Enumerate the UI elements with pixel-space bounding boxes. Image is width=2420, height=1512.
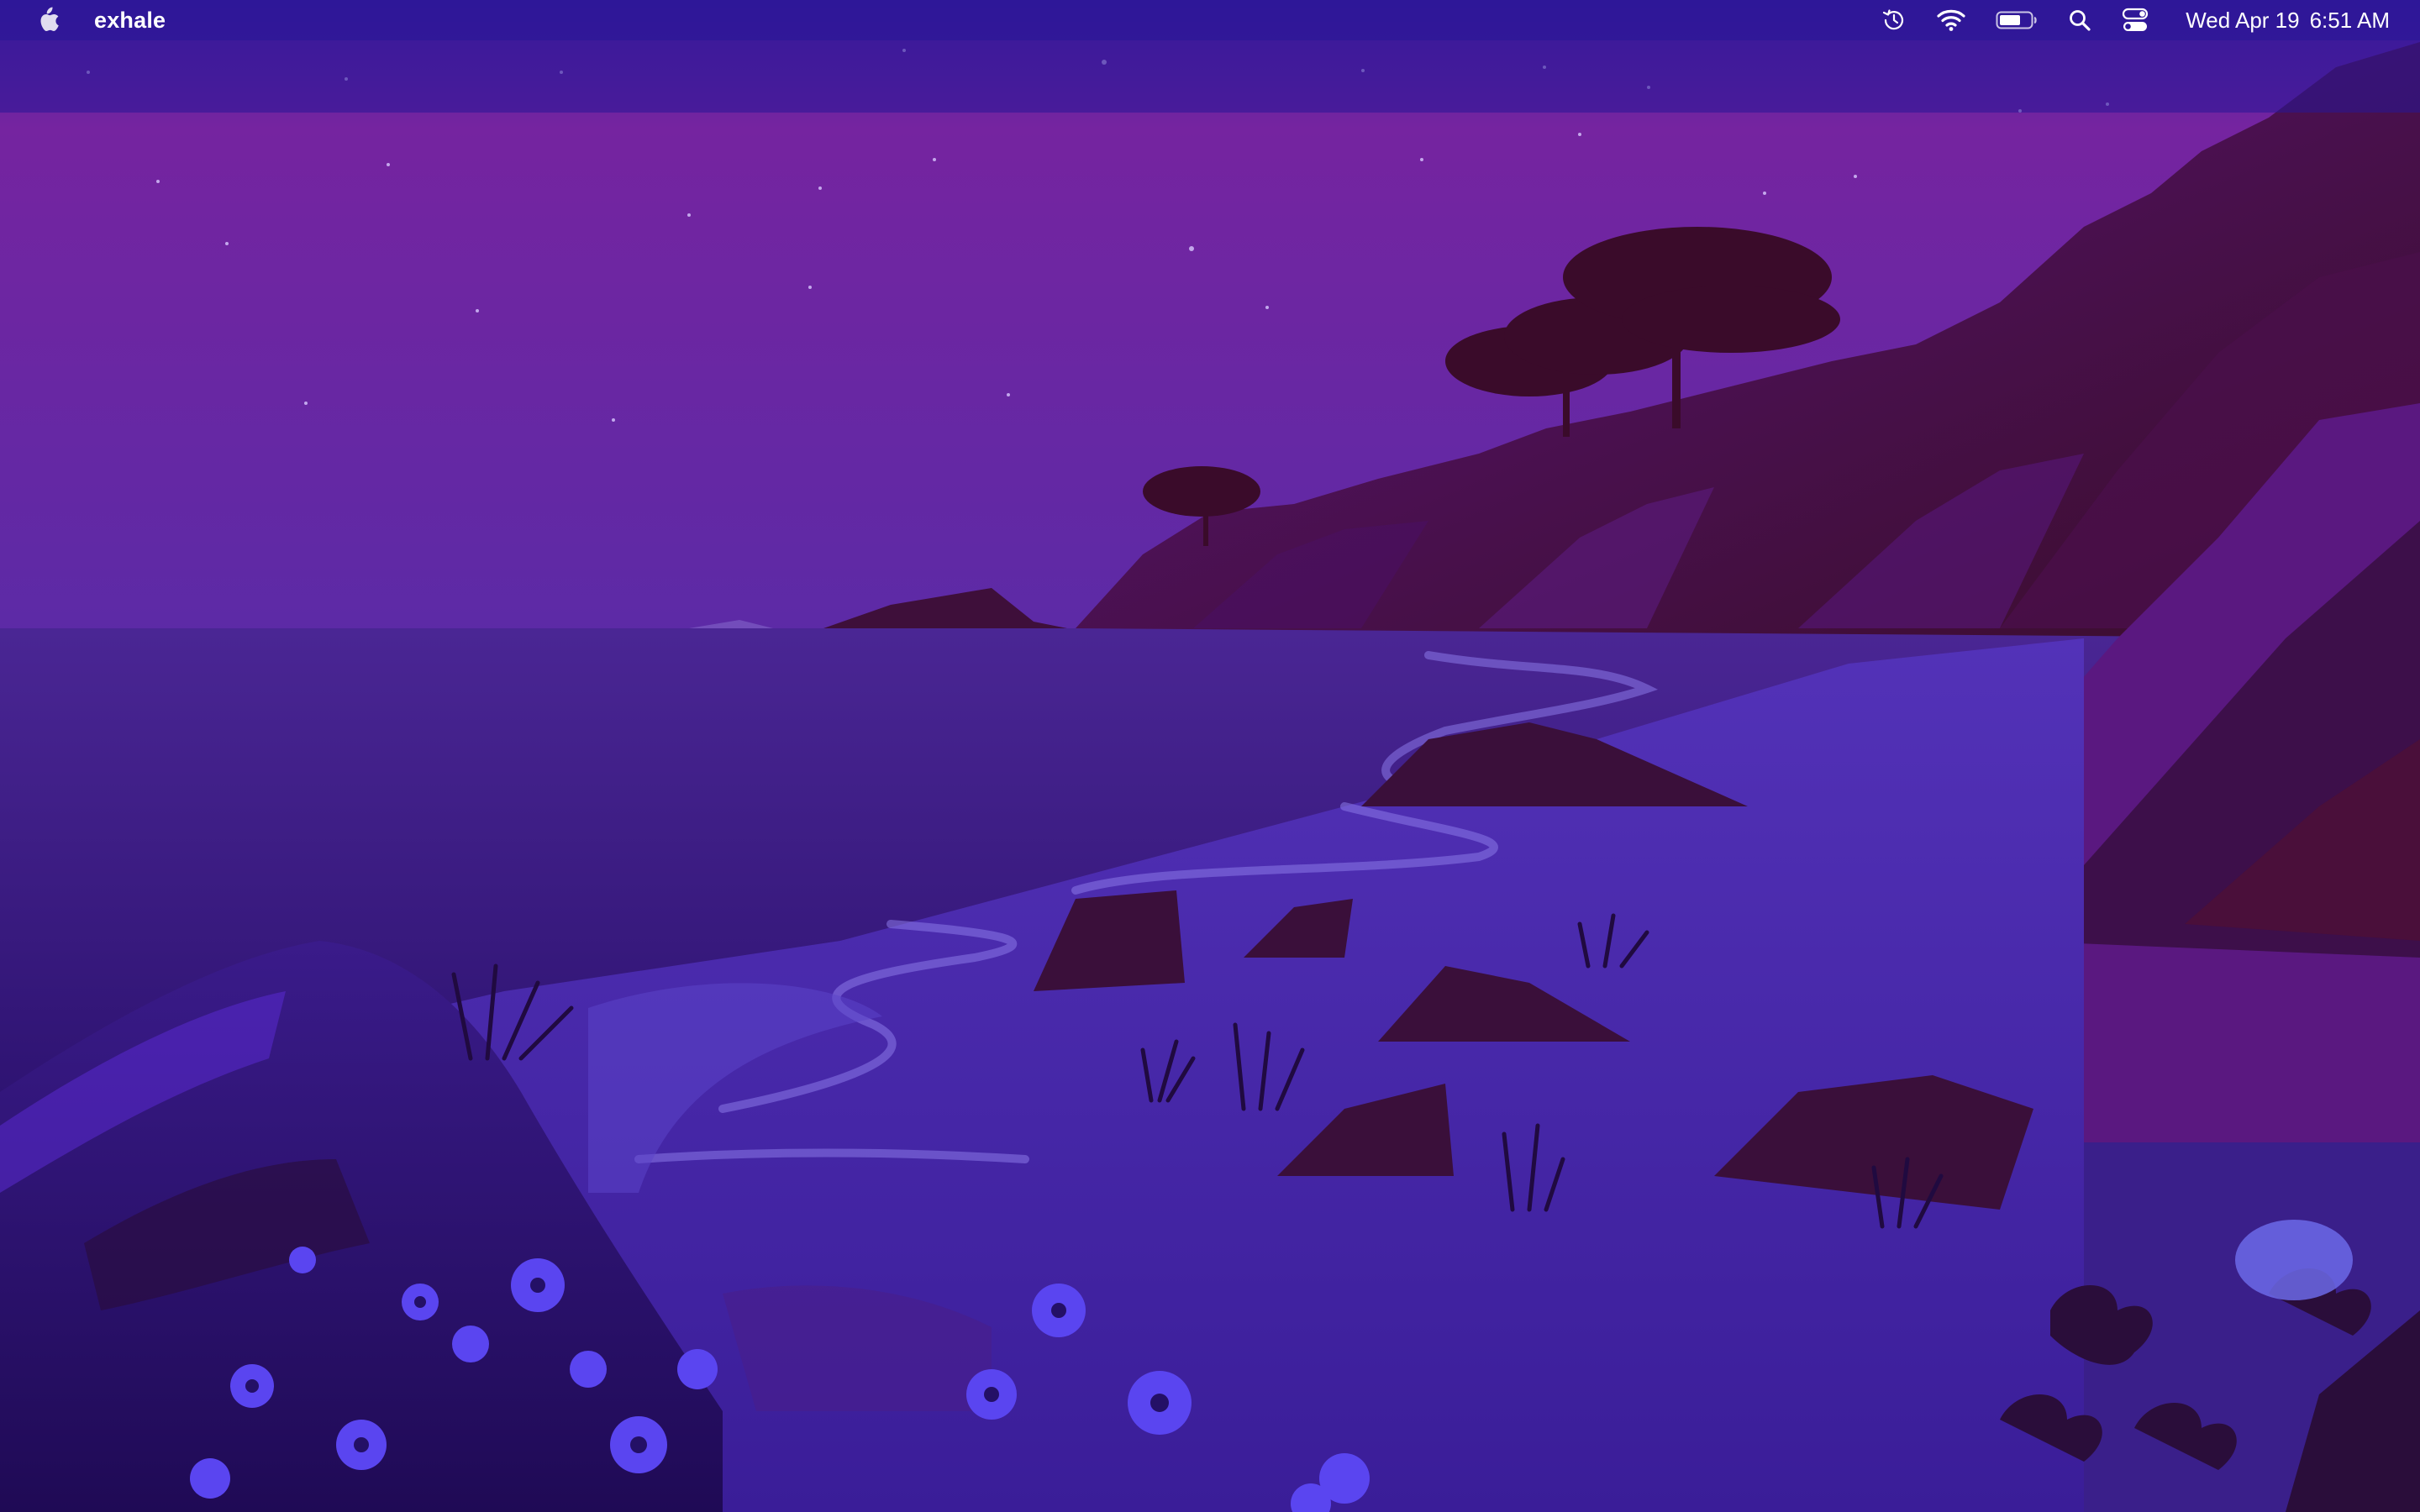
time-machine-icon[interactable]: [1866, 0, 1922, 40]
desktop[interactable]: exhale Wed Apr 19 6:51 AM: [0, 0, 2420, 1512]
search-icon: [2070, 10, 2091, 31]
apple-logo-icon: [40, 7, 59, 32]
menu-bar-clock[interactable]: Wed Apr 19 6:51 AM: [2164, 8, 2390, 34]
control-center-icon: [2123, 8, 2149, 31]
active-app-name[interactable]: exhale: [94, 8, 166, 34]
menubar-extended-area: [0, 40, 2420, 113]
light-flower: [2235, 1220, 2353, 1300]
spotlight-search-icon[interactable]: [2053, 0, 2107, 40]
clock-date: Wed Apr 19: [2186, 7, 2300, 33]
desktop-wallpaper: [0, 0, 2420, 1512]
apple-menu-icon[interactable]: [35, 6, 60, 34]
time-machine-icon: [1883, 9, 1904, 30]
battery-icon[interactable]: [1981, 0, 2053, 40]
wifi-icon: [1937, 9, 1965, 31]
battery-icon: [1996, 11, 2037, 29]
clock-time: 6:51 AM: [2309, 7, 2390, 33]
wifi-icon[interactable]: [1922, 0, 1981, 40]
control-center-icon[interactable]: [2107, 0, 2164, 40]
menu-bar: exhale Wed Apr 19 6:51 AM: [0, 0, 2420, 40]
